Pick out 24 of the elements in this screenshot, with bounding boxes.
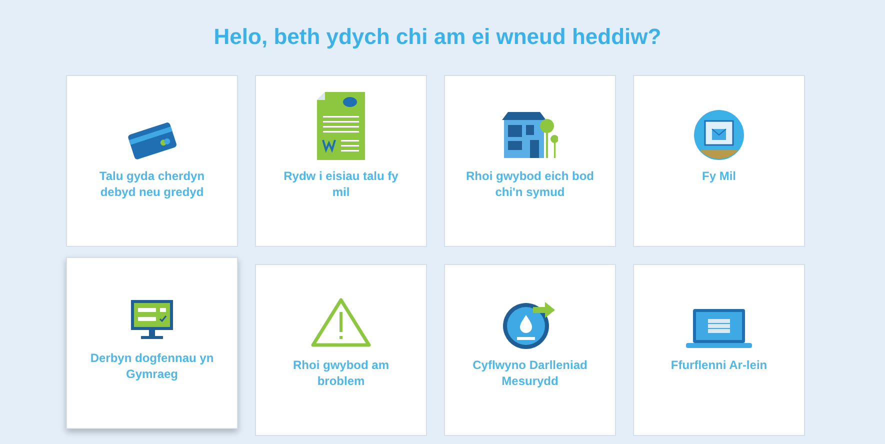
service-tile[interactable]: Cyflwyno Darlleniad Mesurydd bbox=[444, 264, 616, 436]
page-heading: Helo, beth ydych chi am ei wneud heddiw? bbox=[212, 23, 662, 51]
service-tile[interactable]: Rhoi gwybod am broblem bbox=[255, 264, 427, 436]
tile-label: Talu gyda cherdyn debyd neu gredyd bbox=[98, 168, 206, 200]
service-tile[interactable]: Rhoi gwybod eich bod chi'n symud bbox=[444, 75, 616, 247]
tile-label: Ffurflenni Ar-lein bbox=[670, 357, 768, 373]
meter-icon bbox=[503, 299, 557, 349]
warning-icon bbox=[310, 297, 372, 349]
tile-label: Rhoi gwybod eich bod chi'n symud bbox=[465, 168, 595, 200]
laptop-icon bbox=[686, 309, 752, 349]
tile-label: Fy Mil bbox=[700, 168, 737, 184]
screen-envelope-icon bbox=[694, 110, 744, 160]
service-tile[interactable]: Fy Mil bbox=[633, 75, 805, 247]
document-icon bbox=[317, 92, 365, 160]
house-icon bbox=[502, 110, 558, 160]
service-tile[interactable]: Talu gyda cherdyn debyd neu gredyd bbox=[66, 75, 238, 247]
tile-label: Rhoi gwybod am broblem bbox=[292, 357, 390, 389]
service-tile[interactable]: Ffurflenni Ar-lein bbox=[633, 264, 805, 436]
tile-label: Cyflwyno Darlleniad Mesurydd bbox=[472, 357, 588, 389]
monitor-icon bbox=[131, 300, 173, 342]
service-tile[interactable]: Rydw i eisiau talu fy mil bbox=[255, 75, 427, 247]
tile-label: Rydw i eisiau talu fy mil bbox=[282, 168, 400, 200]
tile-label: Derbyn dogfennau yn Gymraeg bbox=[89, 350, 215, 382]
service-tile[interactable]: Derbyn dogfennau yn Gymraeg bbox=[66, 257, 238, 429]
